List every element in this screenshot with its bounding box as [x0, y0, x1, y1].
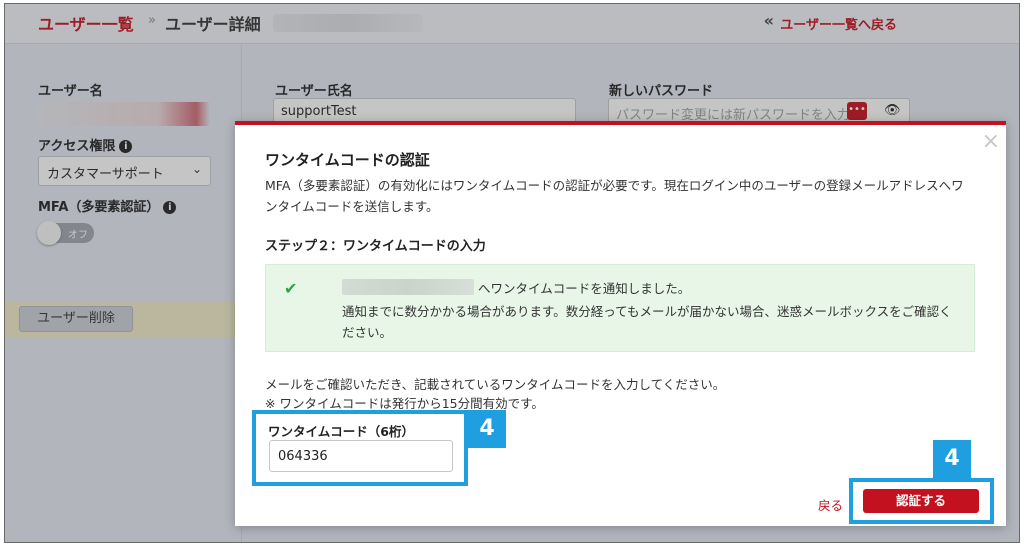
close-icon[interactable]: × — [982, 129, 1000, 154]
success-alert: ✔ へワンタイムコードを通知しました。 通知までに数分かかる場合があります。数分… — [265, 264, 975, 352]
screenshot-frame: ユーザー一覧 » ユーザー詳細 « ユーザー一覧へ戻る ユーザー名 アクセス権限… — [4, 3, 1020, 543]
otp-verification-modal: × ワンタイムコードの認証 MFA（多要素認証）の有効化にはワンタイムコードの認… — [235, 121, 1006, 526]
step-badge-code: 4 — [468, 410, 506, 448]
modal-description: MFA（多要素認証）の有効化にはワンタイムコードの認証が必要です。現在ログイン中… — [265, 178, 964, 214]
highlight-verify-button — [849, 478, 994, 524]
modal-title: ワンタイムコードの認証 — [265, 151, 430, 169]
checkmark-icon: ✔ — [284, 279, 298, 298]
step-badge-verify: 4 — [933, 440, 971, 478]
instruction-note: メールをご確認いただき、記載されているワンタイムコードを入力してください。 ※ … — [265, 375, 725, 413]
blurred-email-address — [342, 279, 474, 295]
alert-delay-message: 通知までに数分かかる場合があります。数分経ってもメールが届かない場合、迷惑メール… — [342, 304, 952, 340]
instruction-line: メールをご確認いただき、記載されているワンタイムコードを入力してください。 — [265, 377, 726, 392]
back-button[interactable]: 戻る — [818, 495, 843, 514]
highlight-code-field — [252, 410, 468, 486]
step-heading: ステップ２：ワンタイムコードの入力 — [265, 239, 486, 254]
alert-sent-message: へワンタイムコードを通知しました。 — [478, 281, 691, 296]
